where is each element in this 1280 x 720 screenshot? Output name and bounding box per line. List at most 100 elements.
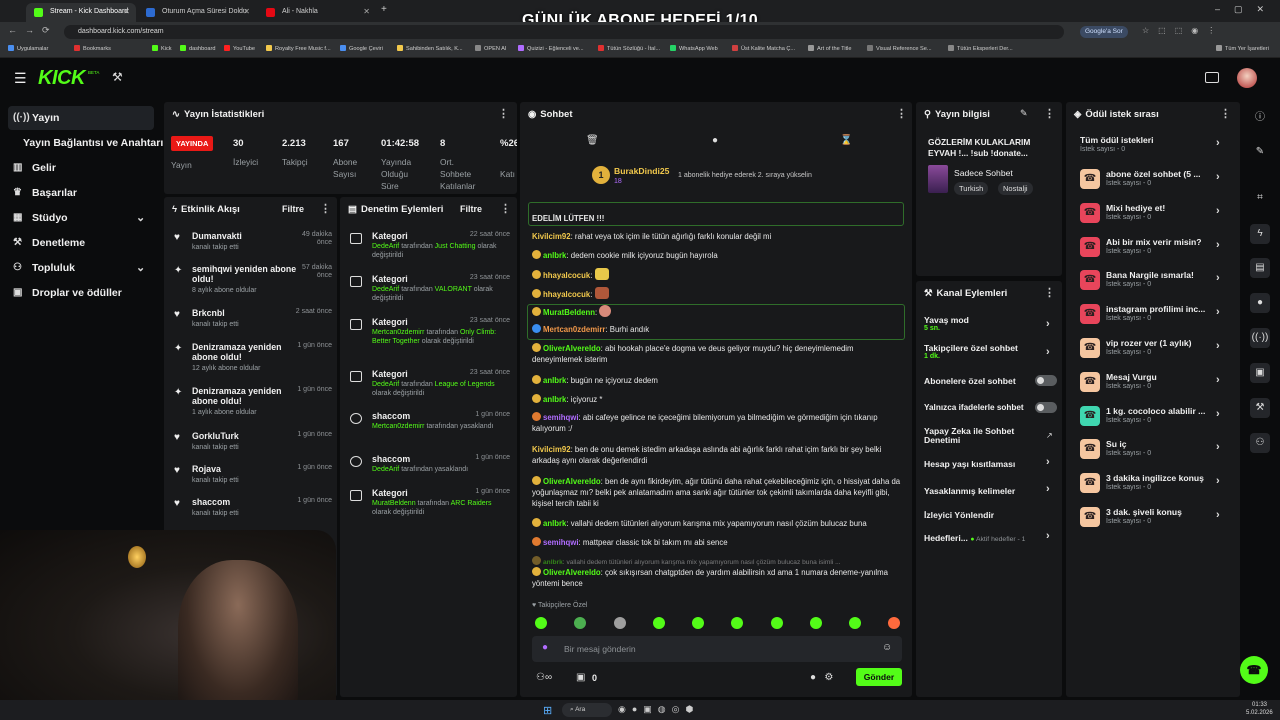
chat-input[interactable]: ● Bir mesaj gönderin ☺ — [532, 636, 902, 662]
bookmark-item[interactable]: YouTube — [224, 45, 255, 52]
ai-moderation-row[interactable]: Yapay Zeka ile Sohbet Denetimi — [924, 427, 1042, 445]
bookmark-item[interactable]: Kick — [152, 45, 172, 52]
chat-username[interactable]: semihqwi — [543, 538, 579, 547]
chat-username[interactable]: hhayalcocuk — [543, 271, 590, 280]
bookmark-item[interactable]: Art of the Title — [808, 45, 852, 52]
chat-username[interactable]: anlbrk — [543, 395, 566, 404]
bookmark-item[interactable]: WhatsApp Web — [670, 45, 718, 52]
sidebar-item-topluluk[interactable]: ⚇ Topluluk ⌄ — [8, 256, 154, 280]
chevron-right-icon[interactable]: › — [1046, 346, 1050, 358]
pinned-user[interactable]: BurakDindi25 — [614, 166, 669, 176]
chat-username[interactable]: OliverAlvereldo — [543, 344, 601, 353]
chevron-right-icon[interactable]: › — [1046, 318, 1050, 330]
bookmark-item[interactable]: Google Çeviri — [340, 45, 383, 52]
more-icon[interactable]: ⋮ — [498, 107, 509, 120]
chat-username[interactable]: OliverAlvereldo — [543, 477, 601, 486]
pencil-icon[interactable]: ✎ — [1250, 142, 1270, 162]
emote-button[interactable] — [692, 617, 704, 629]
sidebar-item-stream-key[interactable]: Yayın Bağlantısı ve Anahtarı — [8, 131, 170, 155]
external-link-icon[interactable]: ↗ — [1046, 431, 1053, 440]
account-age-row[interactable]: Hesap yaşı kısıtlaması — [924, 459, 1056, 469]
emote-button[interactable] — [810, 617, 822, 629]
moderator-name[interactable]: DedeArif — [372, 466, 399, 473]
creator-icon[interactable] — [1205, 72, 1219, 83]
share-icon[interactable]: ⚇ — [1250, 433, 1270, 453]
more-icon[interactable]: ⋮ — [500, 202, 511, 215]
tag-nostalji[interactable]: Nostalji — [998, 182, 1033, 195]
archive-icon[interactable]: ▣ — [1250, 363, 1270, 383]
emote-button[interactable] — [731, 617, 743, 629]
goals-row[interactable]: Hedefleri... ● Aktif hedefler - 1 — [924, 533, 1056, 543]
more-icon[interactable]: ⋮ — [896, 107, 907, 120]
windows-icon[interactable]: ⊞ — [543, 704, 552, 717]
chat-username[interactable]: Kivilcim92 — [532, 232, 571, 241]
sidebar-item-gelir[interactable]: ▥ Gelir — [8, 156, 154, 180]
emote-button[interactable] — [614, 617, 626, 629]
chevron-right-icon[interactable]: › — [1046, 483, 1050, 495]
chat-username[interactable]: Mertcan0zdemirr — [543, 325, 605, 334]
chevron-right-icon[interactable]: › — [1046, 530, 1050, 542]
chat-username[interactable]: anlbrk — [543, 519, 566, 528]
menu-icon[interactable]: ☰ — [14, 70, 27, 87]
activity-filter-button[interactable]: Filtre — [282, 204, 304, 214]
taskbar-apps[interactable]: ◉●▣◍◎⬢ — [618, 704, 699, 715]
bookmark-item[interactable]: Uygulamalar — [8, 45, 48, 52]
chat-username[interactable]: anlbrk — [543, 559, 563, 566]
bookmark-item[interactable]: OPEN AI — [475, 45, 506, 52]
emote-button[interactable] — [888, 617, 900, 629]
hourglass-icon[interactable]: ⌛ — [840, 135, 852, 146]
emote-button[interactable] — [653, 617, 665, 629]
crop-icon[interactable]: ⌗ — [1250, 188, 1270, 208]
kick-logo[interactable]: KICK — [38, 67, 85, 90]
chat-username[interactable]: anlbrk — [543, 376, 566, 385]
slow-mode-row[interactable]: Yavaş mod 5 sn. — [924, 315, 1056, 332]
sidebar-item-basarilar[interactable]: ♛ Başarılar — [8, 181, 154, 205]
support-button[interactable]: ☎ — [1240, 656, 1268, 684]
url-field[interactable]: dashboard.kick.com/stream — [64, 25, 1064, 39]
toolbar-icons[interactable]: ☆⬚⬚◉⋮ — [1142, 26, 1224, 35]
moderator-name[interactable]: DedeArif — [372, 286, 399, 293]
chat-username[interactable]: semihqwi — [543, 413, 579, 422]
raid-row[interactable]: İzleyici Yönlendir — [924, 510, 1056, 520]
category-name[interactable]: Sadece Sohbet — [954, 168, 1013, 178]
more-icon[interactable]: ⋮ — [1044, 107, 1055, 120]
lightning-icon[interactable]: ϟ — [1250, 224, 1270, 244]
chat-username[interactable]: anlbrk — [543, 251, 566, 260]
bookmark-item[interactable]: Tütün Eksperleri Der... — [948, 45, 1013, 52]
community-icon[interactable]: ⚇∞ — [536, 672, 552, 683]
bookmark-item[interactable]: Bookmarks — [74, 45, 111, 52]
bookmark-item[interactable]: Üst Kalite Matcha Ç... — [732, 45, 795, 52]
subs-chat-toggle[interactable] — [1035, 375, 1057, 386]
tag-turkish[interactable]: Turkish — [954, 182, 989, 195]
info-icon[interactable]: ⓘ — [1250, 108, 1270, 128]
more-icon[interactable]: ⋮ — [320, 202, 331, 215]
sidebar-item-droplar[interactable]: ▣ Droplar ve ödüller — [8, 281, 154, 305]
emote-button[interactable] — [574, 617, 586, 629]
more-icon[interactable]: ⋮ — [1220, 107, 1231, 120]
broadcast-icon[interactable]: ((·)) — [1250, 328, 1270, 348]
chat-settings-icon[interactable]: ● ⚙ — [810, 672, 833, 683]
sidebar-item-denetleme[interactable]: ⚒ Denetleme — [8, 231, 154, 255]
sidebar-item-yayin[interactable]: ((·)) Yayın — [8, 106, 154, 130]
chat-username[interactable]: OliverAlvereldo — [543, 568, 601, 577]
emote-only-toggle[interactable] — [1035, 402, 1057, 413]
wrench-icon[interactable]: ⚒ — [1250, 398, 1270, 418]
moderation-filter-button[interactable]: Filtre — [460, 204, 482, 214]
moderator-name[interactable]: MuratBeldenn — [372, 500, 416, 507]
chat-username[interactable]: MuratBeldenn — [543, 308, 595, 317]
emote-button[interactable] — [771, 617, 783, 629]
moderator-name[interactable]: DedeArif — [372, 243, 399, 250]
avatar[interactable] — [1237, 68, 1257, 88]
chat-bubble-icon[interactable]: ● — [1250, 293, 1270, 313]
bookmark-item[interactable]: Royalty Free Music f... — [266, 45, 331, 52]
chat-bubble-icon[interactable]: ● — [712, 135, 718, 146]
edit-icon[interactable]: ✎ — [1020, 108, 1028, 119]
bookmark-item[interactable]: Quizizi - Eğlenceli ve... — [518, 45, 584, 52]
bookmark-item[interactable]: Tütün Sözlüğü - İtal... — [598, 45, 660, 52]
sidebar-item-studyo[interactable]: ▦ Stüdyo ⌄ — [8, 206, 154, 230]
moderator-name[interactable]: Mertcan0zdemirr — [372, 329, 425, 336]
trash-icon[interactable]: 🗑 — [586, 135, 599, 146]
mic-icon[interactable]: ● — [542, 642, 548, 653]
bookmark-item[interactable]: Tüm Yer İşaretleri — [1216, 45, 1269, 52]
chat-username[interactable]: Kivilcim92 — [532, 445, 571, 454]
